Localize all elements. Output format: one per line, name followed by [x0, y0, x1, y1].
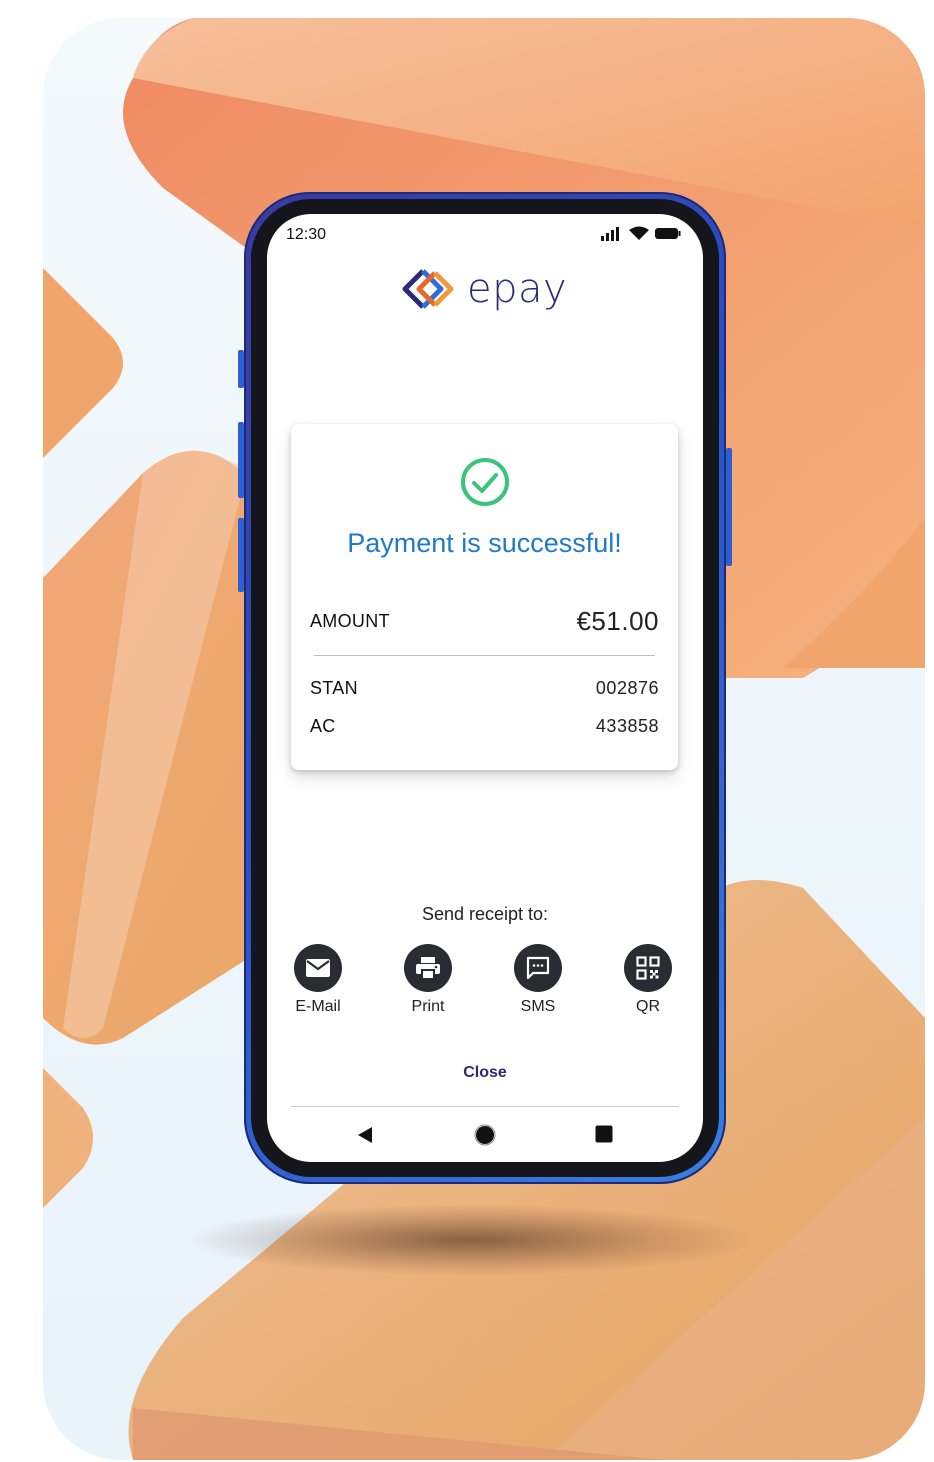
email-receipt-button[interactable]: E-Mail: [288, 944, 348, 1016]
sms-label: SMS: [520, 998, 556, 1015]
status-time: 12:30: [286, 226, 327, 243]
status-icons: [601, 226, 681, 241]
close-button[interactable]: Close: [267, 1064, 703, 1082]
epay-logo-icon: [402, 269, 454, 309]
stan-value: 002876: [595, 678, 659, 698]
send-receipt-title: Send receipt to:: [421, 904, 549, 924]
payment-result-card: Payment is successful! AMOUNT €51.00 STA…: [291, 424, 678, 770]
message-icon: [526, 956, 550, 980]
phone-power-button: [726, 448, 732, 566]
signal-icon: [601, 226, 619, 241]
qr-label: QR: [636, 998, 660, 1015]
amount-value: €51.00: [576, 606, 659, 636]
nav-divider: [291, 1106, 679, 1107]
success-message: Payment is successful!: [347, 528, 622, 558]
epay-logo: epay: [401, 266, 567, 312]
stan-row: STAN 002876: [310, 678, 659, 699]
print-receipt-button[interactable]: Print: [398, 944, 458, 1016]
card-divider: [314, 655, 655, 656]
stan-label: STAN: [310, 678, 358, 698]
phone-volume-down: [238, 518, 244, 592]
ac-label: AC: [310, 716, 336, 736]
battery-icon: [655, 228, 681, 239]
amount-label: AMOUNT: [310, 611, 390, 631]
recents-icon[interactable]: [595, 1125, 613, 1148]
brand-name: epay: [467, 266, 568, 312]
print-label: Print: [411, 998, 445, 1015]
qr-receipt-button[interactable]: QR: [618, 944, 678, 1016]
phone-side-button: [238, 350, 244, 388]
email-label: E-Mail: [295, 998, 341, 1015]
qr-code-icon: [636, 956, 660, 980]
receipt-options: E-Mail Print SMS QR: [290, 944, 680, 1024]
back-icon[interactable]: [357, 1126, 373, 1149]
ac-value: 433858: [595, 716, 659, 736]
wifi-icon: [629, 226, 649, 240]
ac-row: AC 433858: [310, 716, 659, 737]
printer-icon: [416, 957, 440, 980]
mail-icon: [306, 959, 330, 977]
phone-shadow: [190, 1205, 750, 1275]
sms-receipt-button[interactable]: SMS: [508, 944, 568, 1016]
phone-screen: 12:30 epay Payment is successful! AMOUNT: [267, 214, 703, 1162]
android-nav-bar: [267, 1122, 703, 1146]
phone-volume-up: [238, 422, 244, 498]
home-icon[interactable]: [474, 1124, 496, 1151]
amount-row: AMOUNT €51.00: [310, 606, 659, 637]
check-circle-icon: [461, 458, 509, 506]
